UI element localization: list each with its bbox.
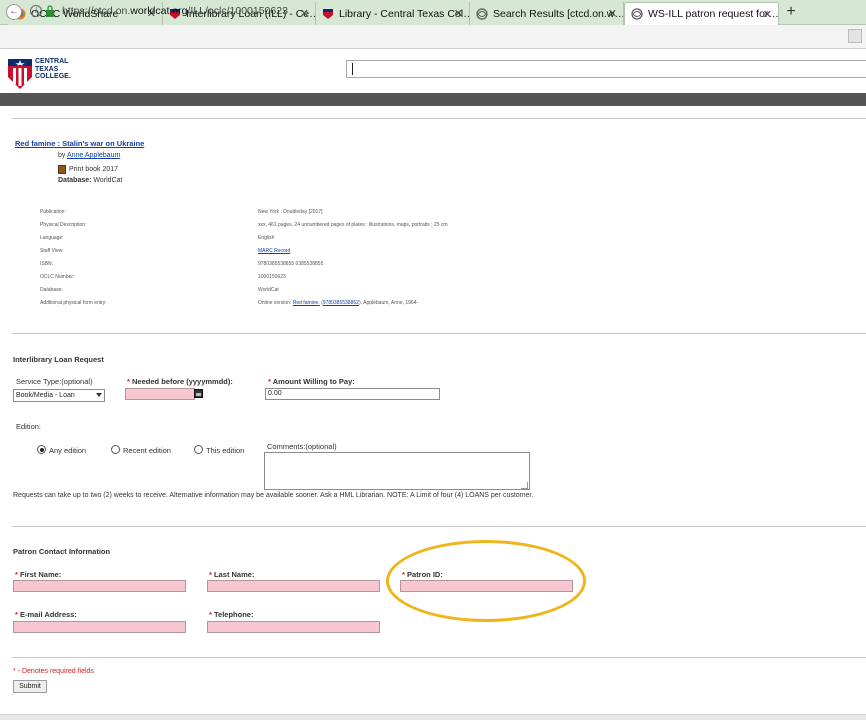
detail-label: Additional physical form entry: — [40, 300, 107, 306]
resize-handle-icon[interactable] — [521, 482, 528, 489]
text-caret — [352, 63, 353, 75]
address-bar — [0, 25, 866, 49]
logo-line: COLLEGE. — [35, 73, 71, 80]
tab-title: Library - Central Texas Col… — [339, 7, 469, 20]
detail-label: Staff View: — [40, 248, 64, 254]
edition-radio-recent[interactable] — [111, 445, 120, 454]
worldcat-icon — [631, 8, 643, 20]
tab-title: Search Results [ctcd.on.w… — [493, 7, 623, 20]
edition-option-label: This edition — [206, 446, 245, 455]
divider — [12, 657, 866, 658]
site-search-input[interactable] — [346, 60, 866, 78]
detail-label: Publication: — [40, 209, 66, 215]
close-icon[interactable]: ✕ — [454, 7, 463, 20]
database-value: WorldCat — [93, 177, 123, 184]
ctc-icon — [323, 8, 333, 19]
new-tab-button[interactable]: + — [783, 3, 799, 21]
url-prefix: https://ctcd.on. — [62, 5, 131, 17]
record-title-link[interactable]: Red famine : Stalin's war on Ukraine — [15, 139, 144, 148]
close-icon[interactable]: ✕ — [763, 8, 772, 21]
ill-request-heading: Interlibrary Loan Request — [13, 355, 104, 364]
needed-before-label: * Needed before (yyyymmdd): — [127, 377, 233, 386]
chevron-down-icon — [96, 393, 102, 397]
detail-text: Online version: — [258, 300, 292, 306]
tab-title: WS-ILL patron request for… — [648, 8, 778, 20]
worldcat-icon — [476, 7, 488, 20]
submit-button[interactable]: Submit — [13, 680, 47, 693]
telephone-input[interactable] — [207, 621, 380, 633]
info-icon[interactable]: i — [30, 5, 42, 17]
highlight-ellipse — [386, 540, 586, 622]
detail-value: New York : Doubleday [2017] — [258, 209, 323, 215]
edition-label: Edition: — [16, 422, 42, 431]
calendar-icon[interactable] — [194, 389, 203, 398]
email-input[interactable] — [13, 621, 186, 633]
database-label: Database: — [58, 177, 92, 184]
service-type-select[interactable]: Book/Media - Loan — [13, 389, 105, 402]
detail-value: 1000150623 — [258, 274, 286, 280]
divider — [12, 333, 866, 334]
edition-option-label: Any edition — [49, 446, 87, 455]
edition-radio-any[interactable] — [37, 445, 46, 454]
service-type-label: Service Type:(optional) — [16, 377, 93, 386]
divider — [12, 118, 866, 119]
format-line: Print book 2017 — [58, 165, 118, 174]
book-icon — [58, 165, 66, 174]
telephone-label: * Telephone: — [209, 610, 254, 619]
url-domain: worldcat.org — [130, 5, 188, 17]
ctc-logo-text: CENTRAL TEXAS COLLEGE. — [35, 58, 71, 81]
tab-library-ctc[interactable]: Library - Central Texas Col… ✕ — [316, 2, 470, 25]
database-line: Database: WorldCat — [58, 177, 122, 184]
tab-ws-ill-patron-request[interactable]: WS-ILL patron request for… ✕ — [624, 2, 779, 25]
last-name-label: * Last Name: — [209, 570, 255, 579]
marc-record-link[interactable]: MARC Record — [258, 248, 290, 254]
last-name-input[interactable] — [207, 580, 380, 592]
edition-option-label: Recent edition — [123, 446, 171, 455]
back-arrow-icon[interactable]: ← — [6, 4, 22, 20]
detail-value: English — [258, 235, 275, 241]
window-corner-button[interactable] — [848, 29, 862, 43]
detail-text: ), Applebaum, Anne, 1964- — [358, 300, 419, 306]
patron-contact-heading: Patron Contact Information — [13, 547, 111, 556]
amount-input[interactable]: 0.00 — [265, 388, 440, 400]
detail-value: MARC Record — [258, 248, 290, 254]
detail-label: Language: — [40, 235, 64, 241]
detail-value: xxx, 461 pages, 24 unnumbered pages of p… — [258, 222, 448, 228]
detail-value: Online version: Red famine. (97803855388… — [258, 300, 418, 306]
page-bottom-strip — [0, 714, 866, 720]
loan-policy-note: Requests can take up to two (2) weeks to… — [13, 492, 534, 499]
nav-band — [0, 93, 866, 106]
detail-label: ISBN: — [40, 261, 54, 267]
author-link[interactable]: Anne Applebaum — [67, 152, 120, 159]
close-icon[interactable]: ✕ — [300, 7, 309, 20]
comments-label: Comments:(optional) — [267, 442, 337, 451]
required-fields-note: * - Denotes required fields — [13, 668, 94, 675]
url-path: /ILL/oclc/1000150623 — [187, 5, 288, 17]
author-line: by Anne Applebaum — [58, 152, 120, 159]
amount-label: * Amount Willing to Pay: — [268, 377, 355, 386]
email-label: * E-mail Address: — [15, 610, 77, 619]
detail-label: OCLC Number: — [40, 274, 75, 280]
needed-before-input[interactable] — [125, 388, 195, 400]
logo-line: CENTRAL — [35, 58, 69, 65]
isbn-link[interactable]: 9780385538862 — [323, 300, 359, 306]
detail-label: Database: — [40, 287, 63, 293]
by-label: by — [58, 152, 66, 159]
detail-value: 9780385538855 0385538855 — [258, 261, 324, 267]
comments-textarea[interactable] — [264, 452, 530, 490]
lock-icon — [46, 5, 54, 17]
edition-radio-this[interactable] — [194, 445, 203, 454]
first-name-label: * First Name: — [15, 570, 62, 579]
logo-line: TEXAS — [35, 65, 59, 73]
detail-label: Physical Description: — [40, 222, 87, 228]
online-version-link[interactable]: Red famine. — [293, 300, 320, 306]
url-field[interactable]: https://ctcd.on.worldcat.org/ILL/oclc/10… — [62, 5, 288, 17]
first-name-input[interactable] — [13, 580, 186, 592]
detail-value: WorldCat — [258, 287, 279, 293]
tab-search-results[interactable]: Search Results [ctcd.on.w… ✕ — [470, 2, 624, 25]
close-icon[interactable]: ✕ — [608, 7, 617, 20]
divider — [12, 526, 866, 527]
format-value: Print book 2017 — [69, 166, 119, 173]
